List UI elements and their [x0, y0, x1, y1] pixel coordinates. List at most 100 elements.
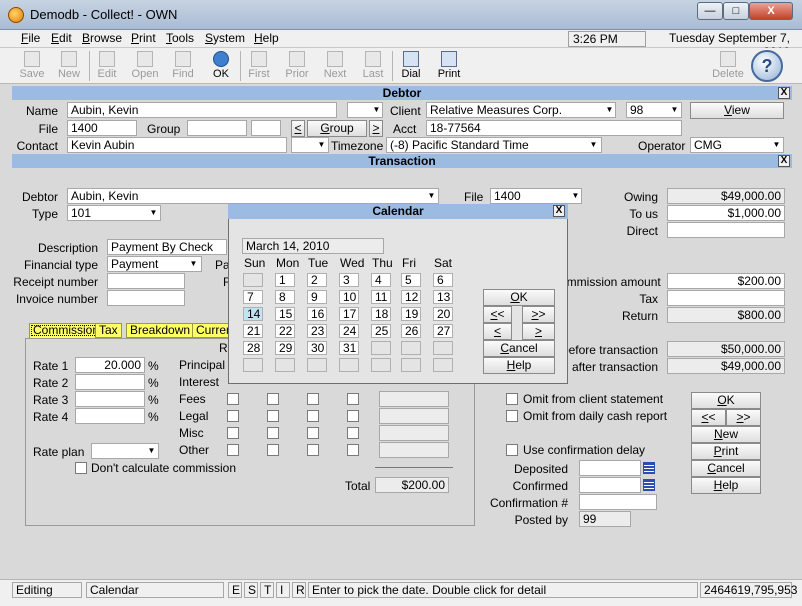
- menu-file[interactable]: File: [21, 31, 40, 45]
- row-checkbox[interactable]: [227, 427, 239, 439]
- save-button[interactable]: Save: [13, 50, 51, 82]
- menu-tools[interactable]: Tools: [166, 31, 194, 45]
- row-checkbox[interactable]: [347, 393, 359, 405]
- calendar-day-cell[interactable]: 1: [275, 273, 295, 287]
- calendar-day-cell[interactable]: 8: [275, 290, 295, 304]
- commission-amount-field[interactable]: $200.00: [667, 273, 785, 289]
- invoice-number-field[interactable]: [107, 290, 185, 306]
- calendar-day-cell[interactable]: 17: [339, 307, 359, 321]
- row-checkbox[interactable]: [227, 410, 239, 422]
- name-field[interactable]: Aubin, Kevin: [67, 102, 337, 118]
- calendar-day-cell[interactable]: 19: [401, 307, 421, 321]
- cancel-button[interactable]: Cancel: [691, 460, 761, 477]
- new-button[interactable]: New: [691, 426, 761, 443]
- calendar-day-cell[interactable]: 31: [339, 341, 359, 355]
- row-checkbox[interactable]: [267, 410, 279, 422]
- chevron-down-icon[interactable]: ▼: [770, 138, 783, 152]
- calendar-day-cell[interactable]: 11: [371, 290, 391, 304]
- deposited-field[interactable]: [579, 460, 641, 476]
- dial-button[interactable]: Dial: [392, 50, 430, 82]
- close-button[interactable]: X: [749, 2, 793, 20]
- minimize-button[interactable]: —: [697, 2, 723, 20]
- group-field[interactable]: [187, 120, 247, 136]
- group-button[interactable]: Group: [307, 120, 367, 137]
- maximize-button[interactable]: □: [723, 2, 749, 20]
- print-button[interactable]: Print: [691, 443, 761, 460]
- calendar-day-cell[interactable]: 22: [275, 324, 295, 338]
- menu-print[interactable]: Print: [131, 31, 156, 45]
- delete-button[interactable]: Delete: [709, 50, 747, 82]
- receipt-number-field[interactable]: [107, 273, 185, 289]
- prev-month-button[interactable]: <: [483, 323, 512, 340]
- row-checkbox[interactable]: [307, 393, 319, 405]
- rate4-field[interactable]: [75, 408, 145, 424]
- close-icon[interactable]: X: [778, 155, 790, 167]
- calendar-day-cell[interactable]: 7: [243, 290, 263, 304]
- contact-field[interactable]: Kevin Aubin: [67, 137, 287, 153]
- calendar-day-cell[interactable]: 26: [401, 324, 421, 338]
- calendar-day-cell[interactable]: 5: [401, 273, 421, 287]
- prev-year-button[interactable]: <<: [483, 306, 512, 323]
- calendar-day-cell[interactable]: 27: [433, 324, 453, 338]
- dont-calculate-checkbox[interactable]: [75, 462, 87, 474]
- rate2-field[interactable]: [75, 374, 145, 390]
- edit-button[interactable]: Edit: [88, 50, 126, 82]
- new-button[interactable]: New: [50, 50, 88, 82]
- row-checkbox[interactable]: [267, 427, 279, 439]
- file-field[interactable]: 1400: [67, 120, 137, 136]
- tab-commission[interactable]: Commission: [29, 323, 104, 338]
- calendar-day-cell[interactable]: 21: [243, 324, 263, 338]
- menu-help[interactable]: Help: [254, 31, 279, 45]
- next-record-button[interactable]: >>: [726, 409, 761, 426]
- calendar-day-cell[interactable]: 13: [433, 290, 453, 304]
- ok-button[interactable]: OK: [202, 50, 240, 82]
- next-month-button[interactable]: >: [522, 323, 555, 340]
- calendar-day-cell[interactable]: 24: [339, 324, 359, 338]
- rate3-field[interactable]: [75, 391, 145, 407]
- calendar-day-cell[interactable]: 12: [401, 290, 421, 304]
- calendar-day-cell[interactable]: 4: [371, 273, 391, 287]
- next-year-button[interactable]: >>: [522, 306, 555, 323]
- calendar-day-cell[interactable]: 14: [243, 307, 263, 321]
- prior-button[interactable]: Prior: [278, 50, 316, 82]
- menu-edit[interactable]: Edit: [51, 31, 72, 45]
- tab-breakdown[interactable]: Breakdown: [126, 323, 195, 338]
- direct-field[interactable]: [667, 222, 785, 238]
- calendar-icon[interactable]: [643, 479, 655, 491]
- chevron-down-icon[interactable]: ▼: [147, 206, 160, 220]
- chevron-down-icon[interactable]: ▼: [587, 138, 600, 152]
- calendar-day-cell[interactable]: 16: [307, 307, 327, 321]
- chevron-down-icon[interactable]: ▼: [315, 138, 328, 152]
- row-checkbox[interactable]: [307, 410, 319, 422]
- close-icon[interactable]: X: [553, 205, 565, 217]
- menu-system[interactable]: System: [205, 31, 245, 45]
- timezone-field[interactable]: (-8) Pacific Standard Time: [386, 137, 602, 153]
- calendar-day-cell[interactable]: 25: [371, 324, 391, 338]
- menu-browse[interactable]: Browse: [82, 31, 122, 45]
- open-button[interactable]: Open: [126, 50, 164, 82]
- description-field[interactable]: Payment By Check: [107, 239, 227, 255]
- confirmation-number-field[interactable]: [579, 494, 657, 510]
- row-checkbox[interactable]: [227, 393, 239, 405]
- chevron-down-icon[interactable]: ▼: [668, 103, 681, 117]
- client-field[interactable]: Relative Measures Corp.: [426, 102, 616, 118]
- calendar-day-cell[interactable]: 3: [339, 273, 359, 287]
- calendar-day-cell[interactable]: 30: [307, 341, 327, 355]
- row-checkbox[interactable]: [307, 444, 319, 456]
- chevron-down-icon[interactable]: ▼: [569, 189, 582, 203]
- row-checkbox[interactable]: [347, 427, 359, 439]
- view-button[interactable]: View: [690, 102, 784, 119]
- next-button[interactable]: Next: [316, 50, 354, 82]
- chevron-down-icon[interactable]: ▼: [145, 444, 158, 458]
- tab-tax[interactable]: Tax: [95, 323, 122, 338]
- calendar-day-cell[interactable]: 23: [307, 324, 327, 338]
- omit-client-checkbox[interactable]: [506, 393, 518, 405]
- calendar-icon[interactable]: [643, 462, 655, 474]
- last-button[interactable]: Last: [354, 50, 392, 82]
- calendar-day-cell[interactable]: 28: [243, 341, 263, 355]
- chevron-down-icon[interactable]: ▼: [603, 103, 616, 117]
- group-prev-button[interactable]: <: [291, 120, 305, 137]
- calendar-day-cell[interactable]: 20: [433, 307, 453, 321]
- row-checkbox[interactable]: [267, 444, 279, 456]
- calendar-day-cell[interactable]: 2: [307, 273, 327, 287]
